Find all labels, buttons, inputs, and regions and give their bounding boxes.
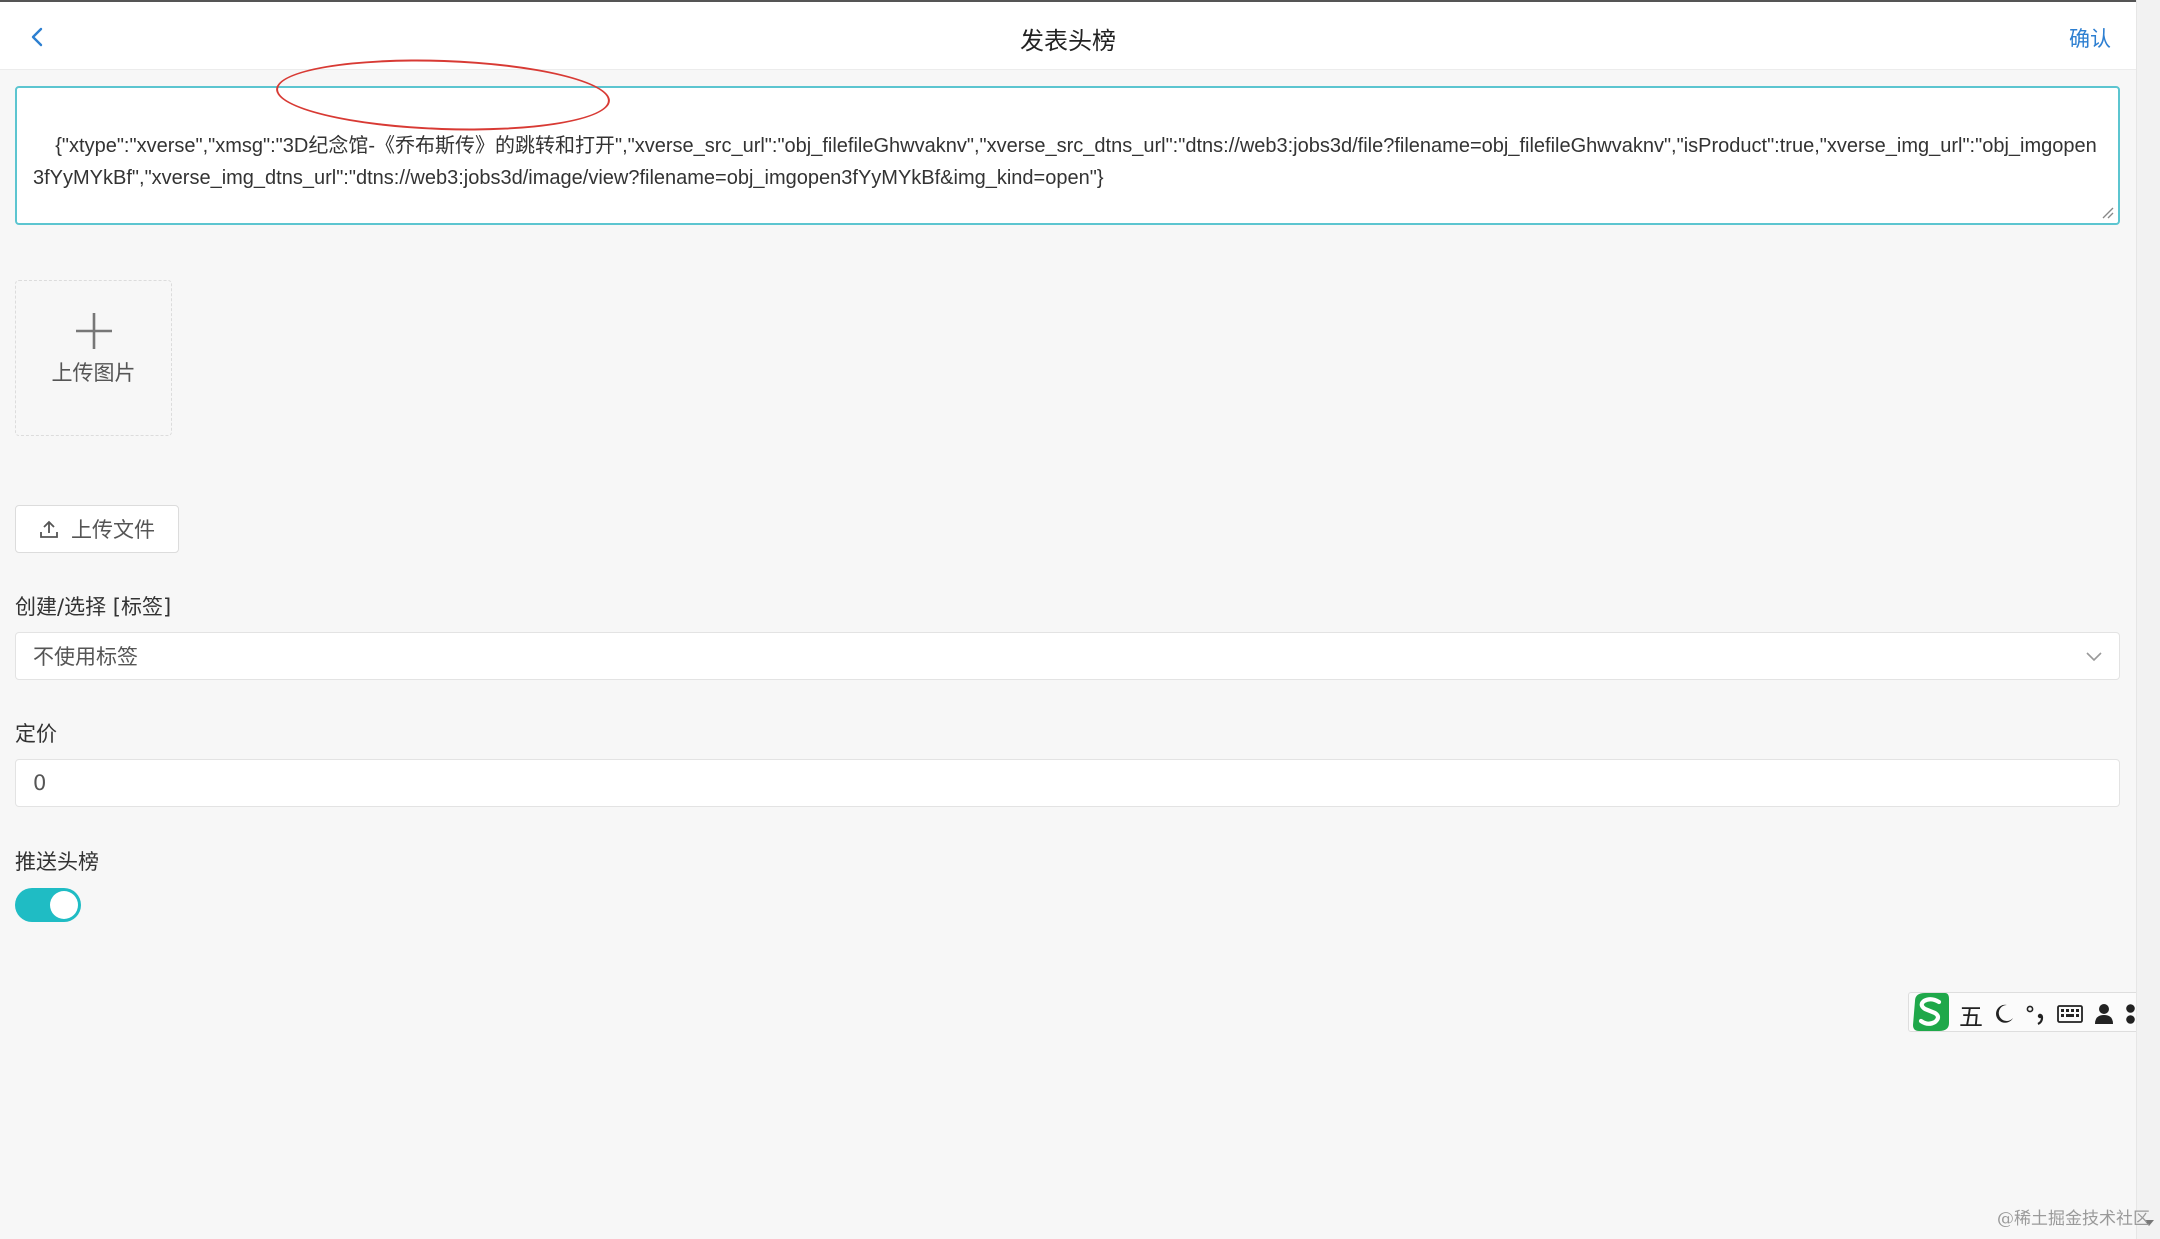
ime-mode-label[interactable]: 五 bbox=[1959, 997, 1983, 1032]
push-label: 推送头榜 bbox=[15, 850, 99, 874]
resize-grip-icon[interactable] bbox=[2100, 205, 2114, 219]
upload-icon bbox=[40, 520, 58, 538]
push-toggle[interactable] bbox=[15, 888, 81, 922]
header-bar: 发表头榜 确认 bbox=[0, 2, 2136, 70]
vertical-scrollbar[interactable] bbox=[2136, 0, 2160, 1239]
tags-label: 创建/选择 [标签] bbox=[15, 595, 172, 619]
upload-file-button[interactable]: 上传文件 bbox=[15, 505, 179, 553]
page-title: 发表头榜 bbox=[1020, 27, 1116, 55]
content-textarea[interactable]: {"xtype":"xverse","xmsg":"3D纪念馆-《乔布斯传》的跳… bbox=[15, 86, 2120, 225]
content-text: {"xtype":"xverse","xmsg":"3D纪念馆-《乔布斯传》的跳… bbox=[33, 135, 2097, 189]
tags-selected-value: 不使用标签 bbox=[33, 645, 138, 669]
keyboard-icon[interactable] bbox=[2057, 1003, 2083, 1025]
watermark-text: @稀土掘金技术社区 bbox=[1997, 1209, 2150, 1229]
sogou-logo-icon[interactable] bbox=[1911, 991, 1951, 1033]
upload-file-label: 上传文件 bbox=[71, 518, 155, 542]
punctuation-icon[interactable] bbox=[2025, 1003, 2047, 1025]
confirm-button[interactable]: 确认 bbox=[2069, 23, 2111, 53]
tags-select[interactable]: 不使用标签 bbox=[15, 632, 2120, 680]
price-input[interactable] bbox=[15, 759, 2120, 807]
upload-image-label: 上传图片 bbox=[51, 361, 136, 385]
upload-image-button[interactable]: 上传图片 bbox=[15, 280, 172, 436]
toggle-knob bbox=[50, 891, 78, 919]
price-label: 定价 bbox=[15, 722, 57, 746]
ime-toolbar: 五 bbox=[1908, 992, 2156, 1032]
user-icon[interactable] bbox=[2093, 1003, 2115, 1025]
moon-icon[interactable] bbox=[1993, 1003, 2015, 1025]
page: 发表头榜 确认 {"xtype":"xverse","xmsg":"3D纪念馆-… bbox=[0, 0, 2136, 1239]
plus-icon bbox=[75, 313, 112, 349]
chevron-down-icon bbox=[2086, 652, 2102, 662]
